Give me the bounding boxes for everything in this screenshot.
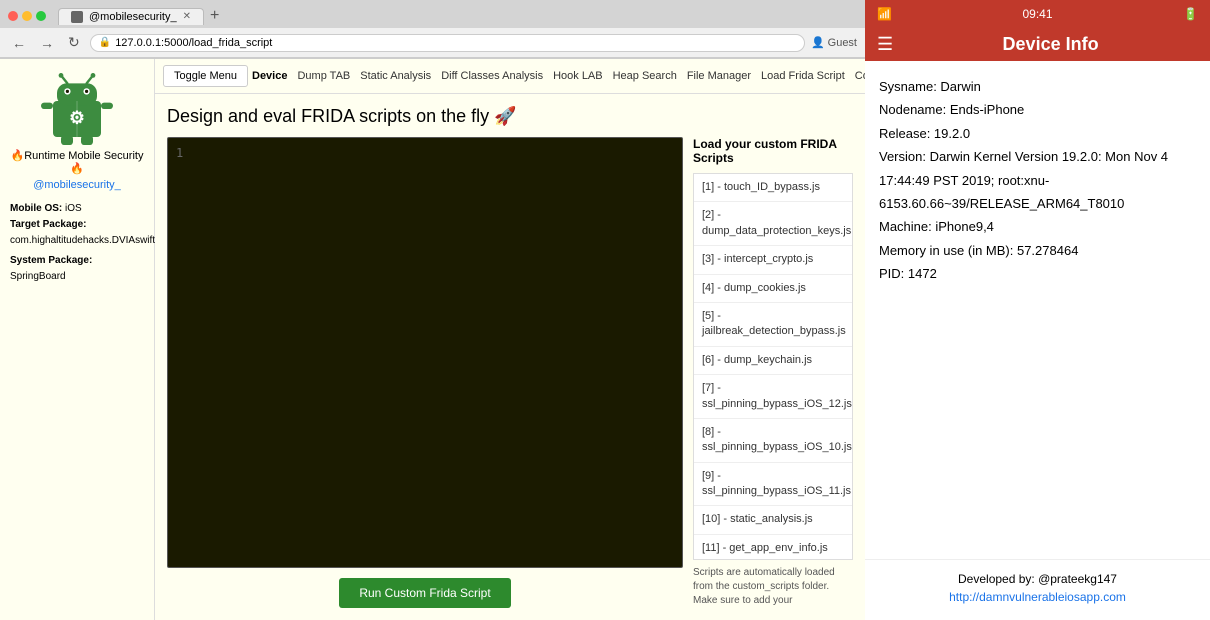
main-content: Toggle Menu Device Dump TAB Static Analy…: [155, 59, 865, 620]
toggle-menu-btn[interactable]: Toggle Menu: [163, 65, 248, 87]
battery-icon: 🔋: [1183, 7, 1198, 21]
system-package-value: SpringBoard: [10, 269, 144, 285]
script-list-item[interactable]: [8] - ssl_pinning_bypass_iOS_10.js: [694, 419, 852, 463]
device-sysname: Sysname: Darwin: [879, 75, 1196, 98]
script-list-item[interactable]: [5] - jailbreak_detection_bypass.js: [694, 303, 852, 347]
browser-tab[interactable]: @mobilesecurity_ ✕: [58, 8, 204, 25]
nav-link-diff-classes[interactable]: Diff Classes Analysis: [441, 68, 543, 84]
mobile-os-value: iOS: [65, 203, 82, 214]
status-time: 09:41: [1022, 7, 1052, 21]
sidebar: ⚙ 🔥Runtime Mobile Security 🔥 @mobilesecu…: [0, 59, 155, 620]
close-window-btn[interactable]: [8, 11, 18, 21]
run-frida-btn[interactable]: Run Custom Frida Script: [339, 578, 510, 608]
nav-link-file-manager[interactable]: File Manager: [687, 68, 751, 84]
android-logo: ⚙: [37, 69, 117, 149]
phone-status-bar: 📶 09:41 🔋: [865, 0, 1210, 28]
new-tab-btn[interactable]: +: [204, 7, 225, 25]
svg-text:⚙: ⚙: [69, 107, 85, 127]
sidebar-username[interactable]: @mobilesecurity_: [33, 179, 121, 191]
back-btn[interactable]: ←: [8, 33, 30, 53]
script-list-item[interactable]: [11] - get_app_env_info.js: [694, 535, 852, 560]
forward-btn[interactable]: →: [36, 33, 58, 53]
wifi-icon: 📶: [877, 7, 892, 21]
navbar: Toggle Menu Device Dump TAB Static Analy…: [155, 59, 865, 94]
footer-link[interactable]: http://damnvulnerableiosapp.com: [877, 590, 1198, 604]
script-list-item[interactable]: [9] - ssl_pinning_bypass_iOS_11.js: [694, 463, 852, 507]
nav-link-dump-tab[interactable]: Dump TAB: [297, 68, 350, 84]
lock-icon: 🔒: [99, 37, 111, 48]
sidebar-info: Mobile OS: iOS Target Package: com.higha…: [10, 201, 144, 285]
guest-btn[interactable]: 👤 Guest: [811, 36, 857, 49]
script-list-item[interactable]: [2] - dump_data_protection_keys.js: [694, 202, 852, 246]
target-package-label: Target Package:: [10, 219, 87, 230]
script-list-item[interactable]: [1] - touch_ID_bypass.js: [694, 174, 852, 202]
mobile-os-label: Mobile OS:: [10, 203, 62, 214]
scripts-list: [1] - touch_ID_bypass.js[2] - dump_data_…: [693, 173, 853, 560]
frida-area: 1 Run Custom Frida Script Load your cust…: [167, 137, 853, 608]
nav-link-load-frida[interactable]: Load Frida Script: [761, 68, 845, 84]
phone-panel: 📶 09:41 🔋 ☰ Device Info Sysname: Darwin …: [865, 0, 1210, 620]
url-input[interactable]: [115, 37, 796, 49]
sidebar-title: 🔥Runtime Mobile Security 🔥: [10, 149, 144, 175]
address-bar[interactable]: 🔒: [90, 34, 805, 52]
nav-link-device[interactable]: Device: [252, 68, 287, 84]
minimize-window-btn[interactable]: [22, 11, 32, 21]
nav-link-console[interactable]: Console Output: [855, 68, 865, 84]
device-machine: Machine: iPhone9,4: [879, 215, 1196, 238]
run-btn-container: Run Custom Frida Script: [167, 578, 683, 608]
browser-panel: @mobilesecurity_ ✕ + ← → ↻ 🔒 👤 Guest: [0, 0, 865, 620]
editor-panel: 1 Run Custom Frida Script: [167, 137, 683, 608]
app-content: ⚙ 🔥Runtime Mobile Security 🔥 @mobilesecu…: [0, 59, 865, 620]
scripts-panel-title: Load your custom FRIDA Scripts: [693, 137, 853, 165]
status-left: 📶: [877, 7, 892, 21]
nav-link-heap-search[interactable]: Heap Search: [613, 68, 677, 84]
tab-label: @mobilesecurity_: [89, 11, 177, 23]
code-editor[interactable]: 1: [167, 137, 683, 568]
nav-link-hook-lab[interactable]: Hook LAB: [553, 68, 603, 84]
maximize-window-btn[interactable]: [36, 11, 46, 21]
guest-label: Guest: [828, 37, 857, 49]
script-list-item[interactable]: [10] - static_analysis.js: [694, 506, 852, 534]
device-version: Version: Darwin Kernel Version 19.2.0: M…: [879, 145, 1196, 215]
browser-nav: ← → ↻ 🔒 👤 Guest: [0, 28, 865, 58]
phone-footer: Developed by: @prateekg147 http://damnvu…: [865, 559, 1210, 620]
target-package-value: com.highaltitudehacks.DVIAswiftv2: [10, 233, 144, 249]
tab-favicon: [71, 11, 83, 23]
scripts-panel: Load your custom FRIDA Scripts [1] - tou…: [693, 137, 853, 608]
nav-link-static-analysis[interactable]: Static Analysis: [360, 68, 431, 84]
script-list-item[interactable]: [6] - dump_keychain.js: [694, 347, 852, 375]
developed-by: Developed by: @prateekg147: [958, 572, 1117, 586]
script-list-item[interactable]: [7] - ssl_pinning_bypass_iOS_12.js: [694, 375, 852, 419]
hamburger-btn[interactable]: ☰: [877, 34, 893, 55]
device-release: Release: 19.2.0: [879, 122, 1196, 145]
page-title: Design and eval FRIDA scripts on the fly…: [167, 106, 853, 127]
device-nodename: Nodename: Ends-iPhone: [879, 98, 1196, 121]
phone-header: ☰ Device Info: [865, 28, 1210, 61]
device-info-content: Sysname: Darwin Nodename: Ends-iPhone Re…: [865, 61, 1210, 559]
browser-chrome: @mobilesecurity_ ✕ + ← → ↻ 🔒 👤 Guest: [0, 0, 865, 59]
system-package-label: System Package:: [10, 255, 92, 266]
browser-tabs: @mobilesecurity_ ✕ +: [0, 0, 865, 28]
account-icon: 👤: [811, 36, 825, 49]
nav-links: Device Dump TAB Static Analysis Diff Cla…: [252, 68, 865, 84]
device-memory: Memory in use (in MB): 57.278464: [879, 239, 1196, 262]
reload-btn[interactable]: ↻: [64, 32, 84, 53]
script-list-item[interactable]: [3] - intercept_crypto.js: [694, 246, 852, 274]
scripts-footer: Scripts are automatically loaded from th…: [693, 566, 853, 608]
script-list-item[interactable]: [4] - dump_cookies.js: [694, 275, 852, 303]
page-body: Design and eval FRIDA scripts on the fly…: [155, 94, 865, 620]
status-right: 🔋: [1183, 7, 1198, 21]
phone-header-title: Device Info: [903, 34, 1198, 55]
tab-close-btn[interactable]: ✕: [183, 11, 191, 22]
device-pid: PID: 1472: [879, 262, 1196, 285]
